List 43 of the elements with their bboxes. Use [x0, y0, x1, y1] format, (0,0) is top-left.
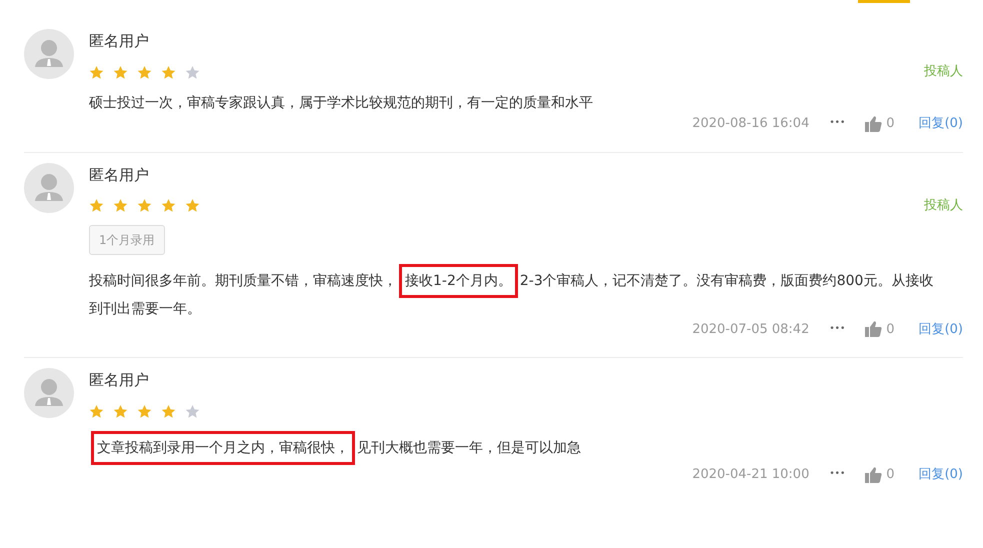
like-count: 0	[886, 466, 895, 484]
thumbs-up-icon[interactable]	[865, 116, 882, 132]
star-icon	[161, 404, 176, 418]
star-icon	[89, 198, 104, 213]
avatar-icon	[24, 368, 74, 418]
star-icon	[89, 404, 104, 418]
star-icon	[137, 404, 152, 418]
thumbs-up-icon[interactable]	[865, 466, 882, 483]
star-icon	[113, 64, 128, 80]
reply-link[interactable]: 回复(0)	[918, 114, 963, 134]
star-icon	[89, 64, 104, 80]
tag-label: 1个月录用	[89, 224, 165, 254]
more-button[interactable]: •••	[829, 322, 846, 336]
star-icon	[137, 198, 152, 213]
more-button[interactable]: •••	[829, 468, 846, 482]
star-icon	[113, 198, 128, 213]
reply-link[interactable]: 回复(0)	[918, 465, 963, 484]
star-icon	[137, 64, 152, 80]
like-count: 0	[886, 320, 895, 338]
user-name: 匿名用户	[89, 164, 150, 186]
avatar-icon	[24, 162, 74, 212]
role-label: 投稿人	[924, 63, 963, 82]
avatar-icon	[24, 29, 74, 79]
reply-link[interactable]: 回复(0)	[918, 320, 963, 339]
star-icon	[161, 198, 176, 213]
review-date: 2020-08-16 16:04	[692, 115, 810, 133]
star-icon	[113, 404, 128, 418]
role-label: 投稿人	[924, 196, 963, 215]
tab-indicator	[858, 0, 910, 3]
review-text: 硕士投过一次，审稿专家跟认真，属于学术比较规范的期刊，有一定的质量和水平	[89, 94, 594, 113]
review-date: 2020-07-05 08:42	[692, 320, 810, 338]
review-text: 投稿时间很多年前。期刊质量不错，审稿速度快， 接收1-2个月内。 2-3个审稿人，记不清楚了。没有审稿费，版面费约800元。从接收到刊出需要一年。	[89, 264, 939, 320]
star-icon	[185, 64, 200, 80]
user-name: 匿名用户	[89, 370, 150, 391]
star-icon	[185, 198, 200, 213]
star-icon	[161, 64, 176, 80]
review-text: 文章投稿到录用一个月之内，审稿很快， 见刊大概也需要一年，但是可以加急	[89, 431, 939, 465]
user-name: 匿名用户	[89, 31, 150, 52]
star-icon	[185, 404, 200, 418]
review-date: 2020-04-21 10:00	[692, 466, 810, 484]
thumbs-up-icon[interactable]	[865, 321, 882, 338]
more-button[interactable]: •••	[829, 117, 846, 130]
like-count: 0	[886, 115, 895, 133]
